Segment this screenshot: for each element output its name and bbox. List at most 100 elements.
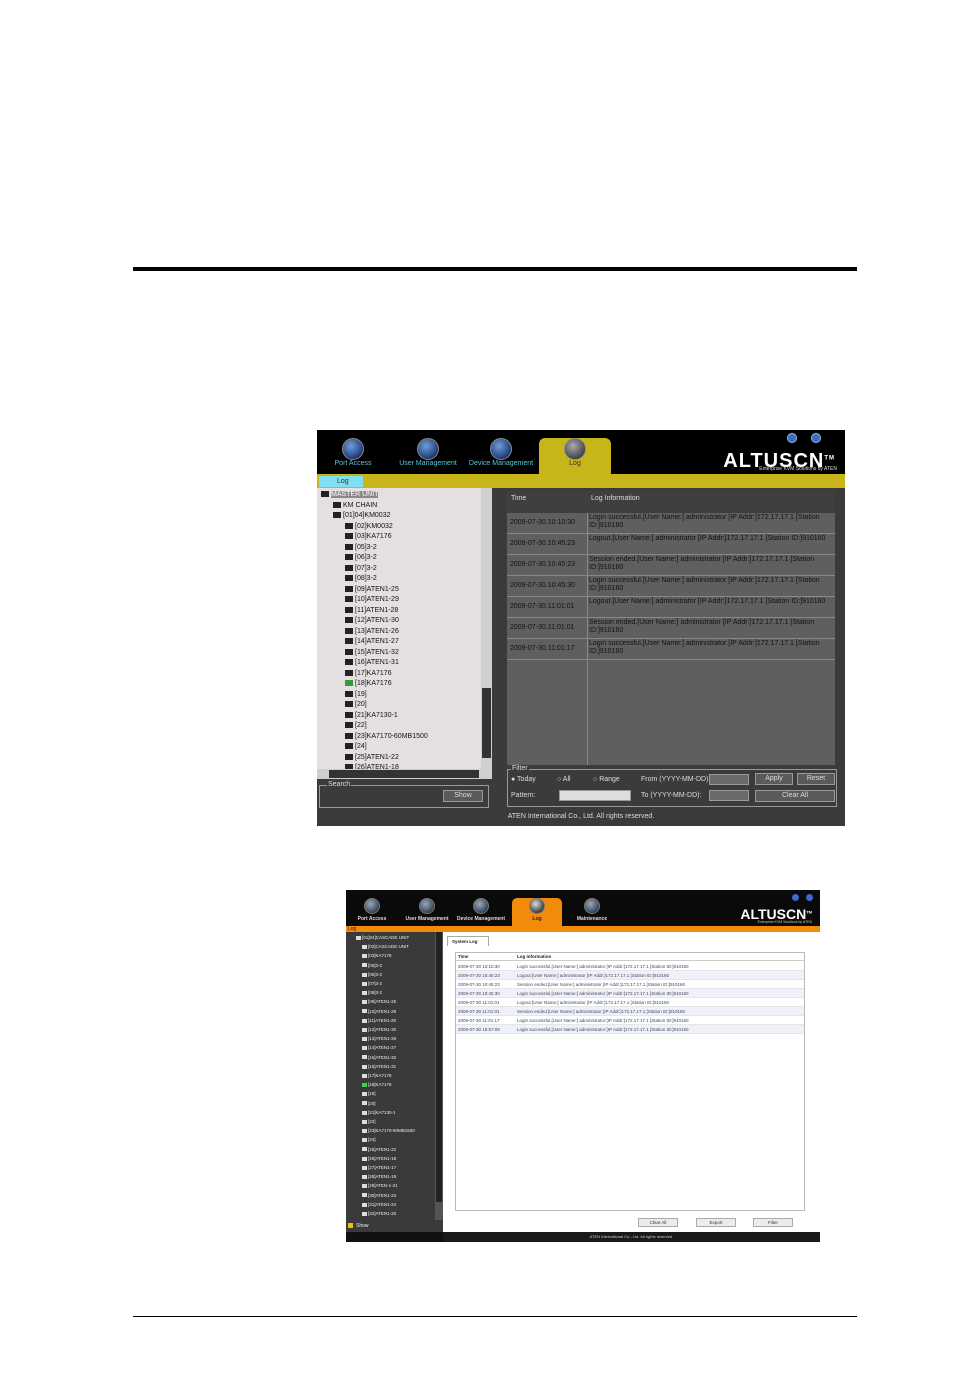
tree-item[interactable]: [13]ATEN1-26: [362, 1035, 396, 1043]
radio-range[interactable]: ○ Range: [593, 776, 620, 783]
logout-icon[interactable]: [811, 433, 821, 443]
table-row[interactable]: 2009-07-30 10:45:23 Logout.[User Name:] a…: [456, 971, 804, 980]
tree-item[interactable]: [01]04]KM0032: [333, 511, 390, 521]
subtab-log[interactable]: Log: [319, 476, 363, 487]
table-row[interactable]: 2009-07-30 10:45:23 Session ended.[User N…: [456, 980, 804, 989]
tree-item[interactable]: [32]ATEN1-20: [362, 1210, 396, 1218]
tree-item[interactable]: [10]ATEN1-29: [362, 1008, 396, 1016]
tree-item[interactable]: [03]KA7176: [362, 952, 392, 960]
scroll-thumb[interactable]: [436, 932, 442, 1202]
tree-item[interactable]: [17]KA7176: [345, 669, 392, 679]
table-row[interactable]: 2009-07-30.10:10:30 Login successful.[Use…: [507, 513, 835, 534]
apply-button[interactable]: Apply: [755, 773, 793, 785]
tree-item[interactable]: [10]ATEN1-29: [345, 595, 399, 605]
table-row[interactable]: 2009-07-30.11:01:17 Login successful.[Use…: [507, 639, 835, 660]
tree-item[interactable]: [26]ATEN1-18: [362, 1155, 396, 1163]
to-date-input[interactable]: [709, 790, 749, 801]
tree-item[interactable]: [22]: [362, 1118, 376, 1126]
table-row[interactable]: 2009-07-30 15:57:08 Login successful.[Use…: [456, 1025, 804, 1034]
tab-user-management[interactable]: User Management: [393, 438, 463, 474]
show-toggle[interactable]: Show: [346, 1220, 443, 1232]
table-row[interactable]: 2009-07-30 11:01:17 Login successful.[Use…: [456, 1016, 804, 1025]
col-log-information[interactable]: Log Information: [591, 495, 640, 502]
tree-item[interactable]: [11]ATEN1-28: [345, 606, 398, 616]
tab-port-access[interactable]: Port Access: [325, 438, 381, 474]
tab-log[interactable]: Log: [539, 438, 611, 474]
from-date-input[interactable]: [709, 774, 749, 785]
col-time[interactable]: Time: [458, 954, 468, 959]
tree-item[interactable]: [06]3-2: [345, 553, 377, 563]
tree-item[interactable]: [30]ATEN1-23: [362, 1192, 396, 1200]
col-log-information[interactable]: Log Information: [517, 954, 551, 959]
tree-item[interactable]: [11]ATEN1-28: [362, 1017, 396, 1025]
tree-item[interactable]: [16]ATEN1-31: [362, 1063, 396, 1071]
tree-item[interactable]: [27]ATEN1-17: [362, 1164, 396, 1172]
tree-item[interactable]: [06]3-2: [362, 971, 382, 979]
tree-item[interactable]: [24]: [362, 1136, 376, 1144]
tab-device-management[interactable]: Device Management: [465, 438, 537, 474]
tree-item[interactable]: [25]ATEN1-22: [362, 1146, 396, 1154]
tree-item[interactable]: [24]: [345, 742, 367, 752]
logout-icon[interactable]: [806, 894, 813, 901]
export-button[interactable]: Export: [696, 1218, 736, 1227]
tree-item[interactable]: [16]ATEN1-31: [345, 658, 399, 668]
tree-item[interactable]: [02]KM0032: [345, 522, 393, 532]
tab-maintenance[interactable]: Maintenance: [568, 898, 616, 926]
tree-item[interactable]: [25]ATEN1-22: [345, 753, 399, 763]
table-row[interactable]: 2009-07-30.11:01:01 Session ended.[User N…: [507, 618, 835, 639]
tree-item[interactable]: MASTER UNIT: [321, 490, 379, 500]
tree-item[interactable]: [03]KA7176: [345, 532, 392, 542]
tree-item[interactable]: [08]3-2: [362, 989, 382, 997]
tree-item[interactable]: [07]3-2: [345, 564, 377, 574]
tree-vertical-scrollbar[interactable]: [435, 932, 443, 1220]
col-time[interactable]: Time: [511, 495, 526, 502]
table-row[interactable]: 2009-07-30.10:45:23 Logout.[User Name:] a…: [507, 534, 835, 555]
tree-horizontal-scrollbar[interactable]: [317, 769, 492, 779]
tree-item[interactable]: [09]ATEN1-25: [345, 585, 399, 595]
tree-item[interactable]: [05]3-2: [362, 962, 382, 970]
tree-item[interactable]: [18]KA7176: [362, 1081, 392, 1089]
tree-item[interactable]: [19]: [362, 1090, 376, 1098]
filter-button[interactable]: Filter: [753, 1218, 793, 1227]
tree-item[interactable]: [14]ATEN1-27: [345, 637, 399, 647]
tree-item[interactable]: [31]ATEN1-24: [362, 1201, 396, 1209]
scroll-thumb[interactable]: [482, 688, 491, 758]
tab-system-log[interactable]: System Log: [447, 936, 489, 946]
table-row[interactable]: 2009-07-30.11:01:01 Logout.[User Name:] a…: [507, 597, 835, 618]
tab-user-management[interactable]: User Management: [402, 898, 452, 926]
tree-item[interactable]: [12]ATEN1-30: [362, 1026, 396, 1034]
tree-item[interactable]: [21]KA7130-1: [345, 711, 398, 721]
tree-item[interactable]: [29]ATEN-1-21: [362, 1182, 398, 1190]
tree-item[interactable]: [17]KA7176: [362, 1072, 392, 1080]
tree-item[interactable]: [12]ATEN1-30: [345, 616, 399, 626]
tree-item[interactable]: [02]CASCADE UNIT: [362, 943, 409, 951]
table-row[interactable]: 2009-07-30.10:45:30 Login successful.[Use…: [507, 576, 835, 597]
tree-item[interactable]: [18]KA7176: [345, 679, 392, 689]
tree-item[interactable]: [13]ATEN1-26: [345, 627, 399, 637]
tree-item[interactable]: [28]ATEN1-19: [362, 1173, 396, 1181]
clear-all-button[interactable]: Clear All: [755, 790, 835, 802]
clear-all-button[interactable]: Clear All: [638, 1218, 678, 1227]
pattern-input[interactable]: [559, 790, 631, 801]
tree-item[interactable]: [05]3-2: [345, 543, 377, 553]
table-row[interactable]: 2009-07-30.10:45:23 Session ended.[User N…: [507, 555, 835, 576]
table-row[interactable]: 2009-07-30 10:45:30 Login successful.[Use…: [456, 989, 804, 998]
radio-today[interactable]: ● Today: [511, 776, 536, 783]
tree-item[interactable]: [19]: [345, 690, 367, 700]
tree-item[interactable]: [15]ATEN1-32: [362, 1054, 396, 1062]
tree-item[interactable]: [21]KA7130-1: [362, 1109, 396, 1117]
tree-item[interactable]: [22]: [345, 721, 367, 731]
tree-item[interactable]: KM CHAIN: [333, 501, 377, 511]
tree-item[interactable]: [20]: [362, 1100, 376, 1108]
table-row[interactable]: 2009-07-30 11:01:01 Logout.[User Name:] a…: [456, 998, 804, 1007]
show-button[interactable]: Show: [443, 790, 483, 802]
tree-item[interactable]: [20]: [345, 700, 367, 710]
radio-all[interactable]: ○ All: [557, 776, 571, 783]
help-icon[interactable]: [792, 894, 799, 901]
tree-vertical-scrollbar[interactable]: [481, 488, 492, 769]
table-row[interactable]: 2009-07-30 10:10:30 Login successful.[Use…: [456, 962, 804, 971]
tree-item[interactable]: [09]ATEN1-25: [362, 998, 396, 1006]
help-icon[interactable]: [787, 433, 797, 443]
reset-button[interactable]: Reset: [797, 773, 835, 785]
tree-item[interactable]: [15]ATEN1-32: [345, 648, 399, 658]
